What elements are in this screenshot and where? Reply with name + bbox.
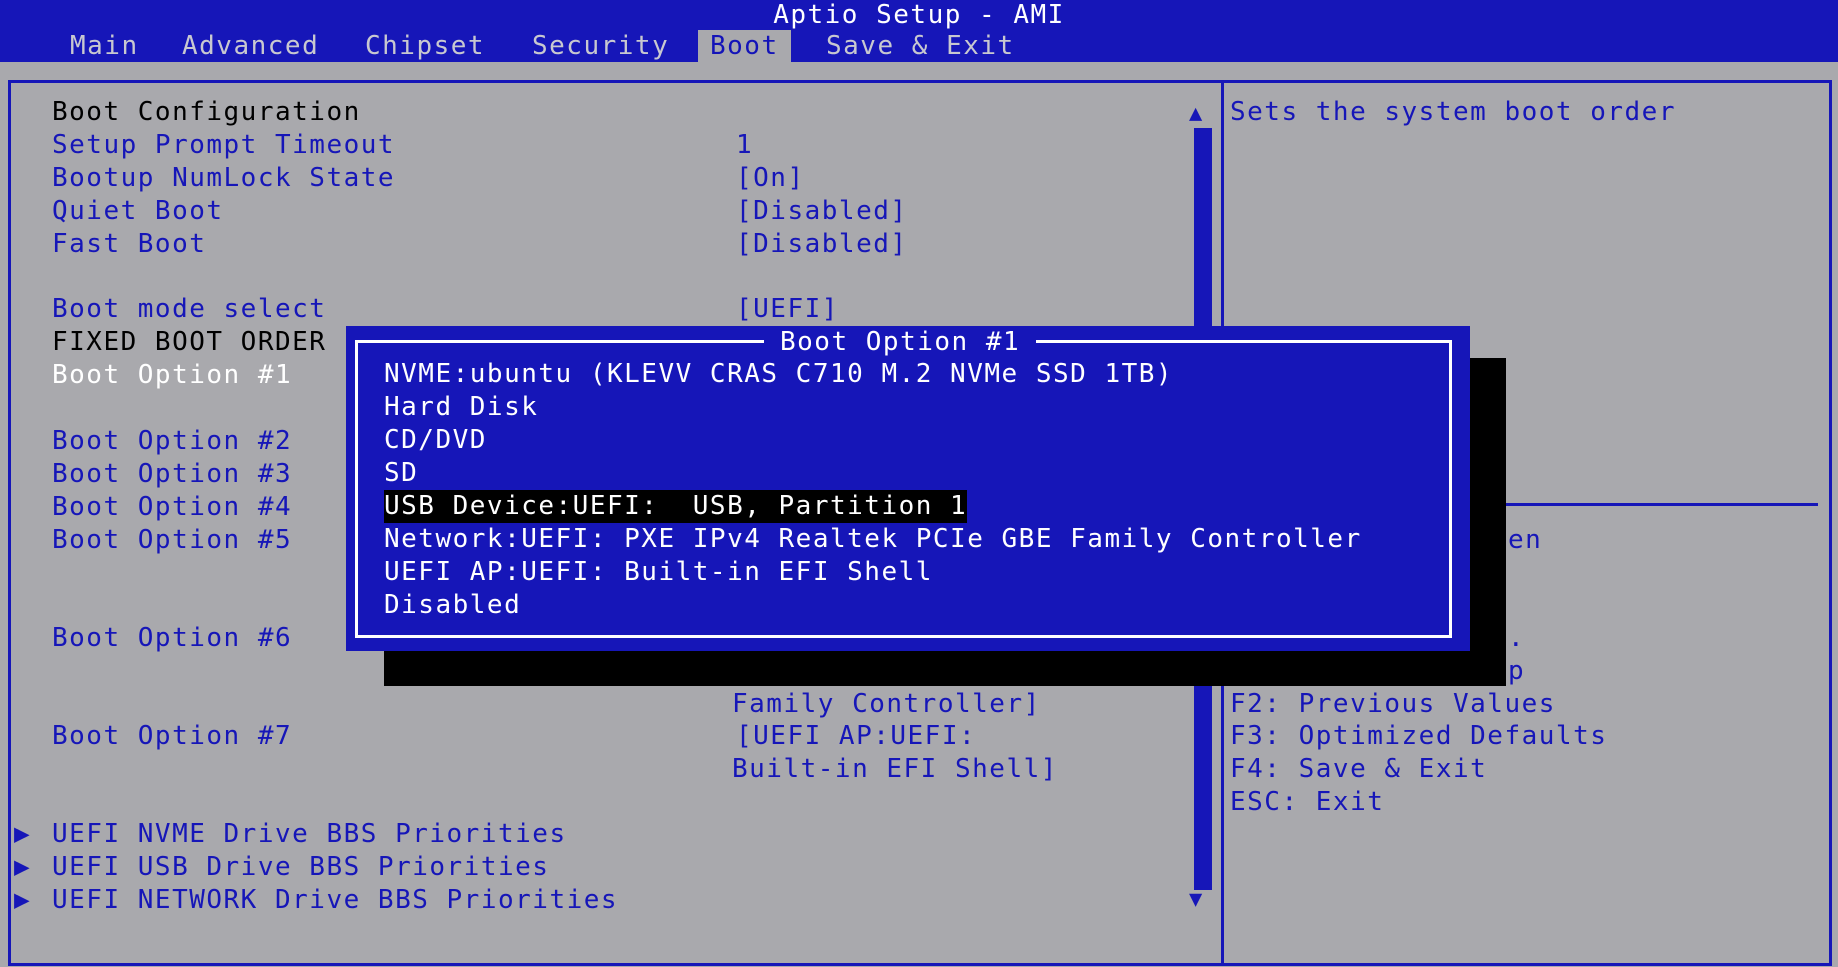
numlock-label[interactable]: Bootup NumLock State — [52, 162, 395, 195]
tab-chipset[interactable]: Chipset — [353, 30, 497, 62]
popup-option[interactable]: Disabled — [384, 589, 521, 622]
help-partial-text: en — [1508, 525, 1543, 555]
help-key-esc: ESC: Exit — [1230, 787, 1385, 817]
help-partial-text: p — [1508, 656, 1526, 686]
scroll-up-arrow-icon[interactable]: ▲ — [1189, 102, 1204, 126]
popup-option-selected[interactable]: USB Device:UEFI: USB, Partition 1 — [384, 490, 968, 523]
boot-option-4-label[interactable]: Boot Option #4 — [52, 491, 292, 524]
submenu-network-priorities[interactable]: UEFI NETWORK Drive BBS Priorities — [52, 884, 618, 917]
popup-option[interactable]: SD — [384, 457, 418, 490]
boot-option-6-value-tail[interactable]: Family Controller] — [732, 688, 1041, 721]
tab-security[interactable]: Security — [520, 30, 681, 62]
popup-option[interactable]: Hard Disk — [384, 391, 538, 424]
fast-boot-value[interactable]: [Disabled] — [736, 228, 908, 261]
submenu-arrow-icon: ▶ — [14, 819, 32, 849]
numlock-value[interactable]: [On] — [736, 162, 805, 195]
submenu-nvme-priorities[interactable]: UEFI NVME Drive BBS Priorities — [52, 818, 567, 851]
submenu-usb-priorities[interactable]: UEFI USB Drive BBS Priorities — [52, 851, 549, 884]
boot-mode-label[interactable]: Boot mode select — [52, 293, 326, 326]
boot-option-2-label[interactable]: Boot Option #2 — [52, 425, 292, 458]
boot-option-7-label[interactable]: Boot Option #7 — [52, 720, 292, 753]
boot-option-popup[interactable]: Boot Option #1 NVME:ubuntu (KLEVV CRAS C… — [346, 326, 1470, 651]
scroll-down-arrow-icon[interactable]: ▼ — [1189, 888, 1204, 912]
popup-option[interactable]: UEFI AP:UEFI: Built-in EFI Shell — [384, 556, 933, 589]
boot-option-6-label[interactable]: Boot Option #6 — [52, 622, 292, 655]
section-heading: Boot Configuration — [52, 97, 361, 127]
tab-save-exit[interactable]: Save & Exit — [814, 30, 1027, 62]
popup-option[interactable]: NVME:ubuntu (KLEVV CRAS C710 M.2 NVMe SS… — [384, 358, 1173, 391]
quiet-boot-value[interactable]: [Disabled] — [736, 195, 908, 228]
setup-prompt-timeout-label[interactable]: Setup Prompt Timeout — [52, 129, 395, 162]
app-title: Aptio Setup - AMI — [773, 0, 1065, 30]
boot-option-7-value-line2[interactable]: Built-in EFI Shell] — [732, 753, 1058, 786]
submenu-arrow-icon: ▶ — [14, 885, 32, 915]
help-key-f3: F3: Optimized Defaults — [1230, 721, 1608, 751]
boot-option-5-label[interactable]: Boot Option #5 — [52, 524, 292, 557]
help-description: Sets the system boot order — [1230, 97, 1676, 127]
tab-main[interactable]: Main — [58, 30, 151, 62]
tab-boot[interactable]: Boot — [698, 30, 791, 62]
fast-boot-label[interactable]: Fast Boot — [52, 228, 206, 261]
boot-option-7-value-line1[interactable]: [UEFI AP:UEFI: — [736, 720, 976, 753]
help-key-f4: F4: Save & Exit — [1230, 754, 1488, 784]
boot-mode-value[interactable]: [UEFI] — [736, 293, 839, 326]
help-partial-text: . — [1508, 623, 1526, 653]
tab-advanced[interactable]: Advanced — [170, 30, 331, 62]
boot-option-1-label[interactable]: Boot Option #1 — [52, 359, 292, 392]
popup-option[interactable]: CD/DVD — [384, 424, 487, 457]
boot-option-3-label[interactable]: Boot Option #3 — [52, 458, 292, 491]
submenu-arrow-icon: ▶ — [14, 852, 32, 882]
popup-title: Boot Option #1 — [764, 326, 1037, 358]
setup-prompt-timeout-value[interactable]: 1 — [736, 129, 753, 162]
quiet-boot-label[interactable]: Quiet Boot — [52, 195, 224, 228]
help-key-f2: F2: Previous Values — [1230, 689, 1556, 719]
fixed-boot-order-heading: FIXED BOOT ORDER — [52, 327, 327, 357]
popup-option[interactable]: Network:UEFI: PXE IPv4 Realtek PCIe GBE … — [384, 523, 1362, 556]
